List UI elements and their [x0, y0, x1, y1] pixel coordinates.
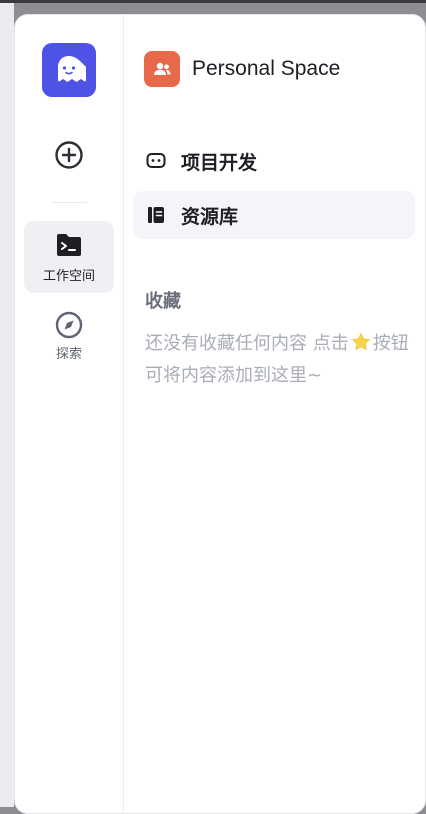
- favorites-title: 收藏: [145, 291, 181, 312]
- left-rail: 工作空间 探索: [15, 15, 124, 813]
- nav-explore-label: 探索: [55, 347, 82, 362]
- background-strip: [0, 3, 14, 807]
- window-top-border: [0, 0, 426, 3]
- space-name: Personal Space: [192, 57, 341, 80]
- star-icon: [351, 332, 371, 361]
- nav-explore[interactable]: 探索: [24, 301, 114, 367]
- nav-workspace[interactable]: 工作空间: [24, 221, 114, 293]
- app-panel: 工作空间 探索 Personal Space 项目开发 资源库 收藏 还没有收藏…: [14, 14, 426, 814]
- app-logo[interactable]: [42, 43, 96, 97]
- menu-item-projects-label: 项目开发: [181, 151, 258, 174]
- favorites-empty-text-before: 还没有收藏任何内容 点击: [145, 333, 349, 354]
- space-avatar: [144, 51, 180, 87]
- ghost-logo-icon: [58, 56, 86, 82]
- menu-item-library[interactable]: 资源库: [133, 191, 415, 239]
- main-panel: Personal Space 项目开发 资源库 收藏 还没有收藏任何内容 点击 …: [124, 15, 425, 813]
- compass-icon: [55, 311, 83, 339]
- nav-workspace-label: 工作空间: [42, 269, 95, 284]
- plus-circle-icon: [55, 141, 83, 169]
- menu-item-library-label: 资源库: [181, 205, 239, 228]
- bot-icon: [146, 153, 166, 168]
- users-icon: [154, 62, 171, 75]
- library-icon: [148, 207, 164, 223]
- rail-divider: [51, 202, 87, 203]
- space-switcher[interactable]: Personal Space: [144, 51, 340, 87]
- add-button[interactable]: [53, 139, 85, 171]
- favorites-empty-message: 还没有收藏任何内容 点击 按钮可将内容添加到这里~: [145, 329, 415, 390]
- terminal-folder-icon: [57, 234, 81, 256]
- menu-item-projects[interactable]: 项目开发: [133, 137, 415, 185]
